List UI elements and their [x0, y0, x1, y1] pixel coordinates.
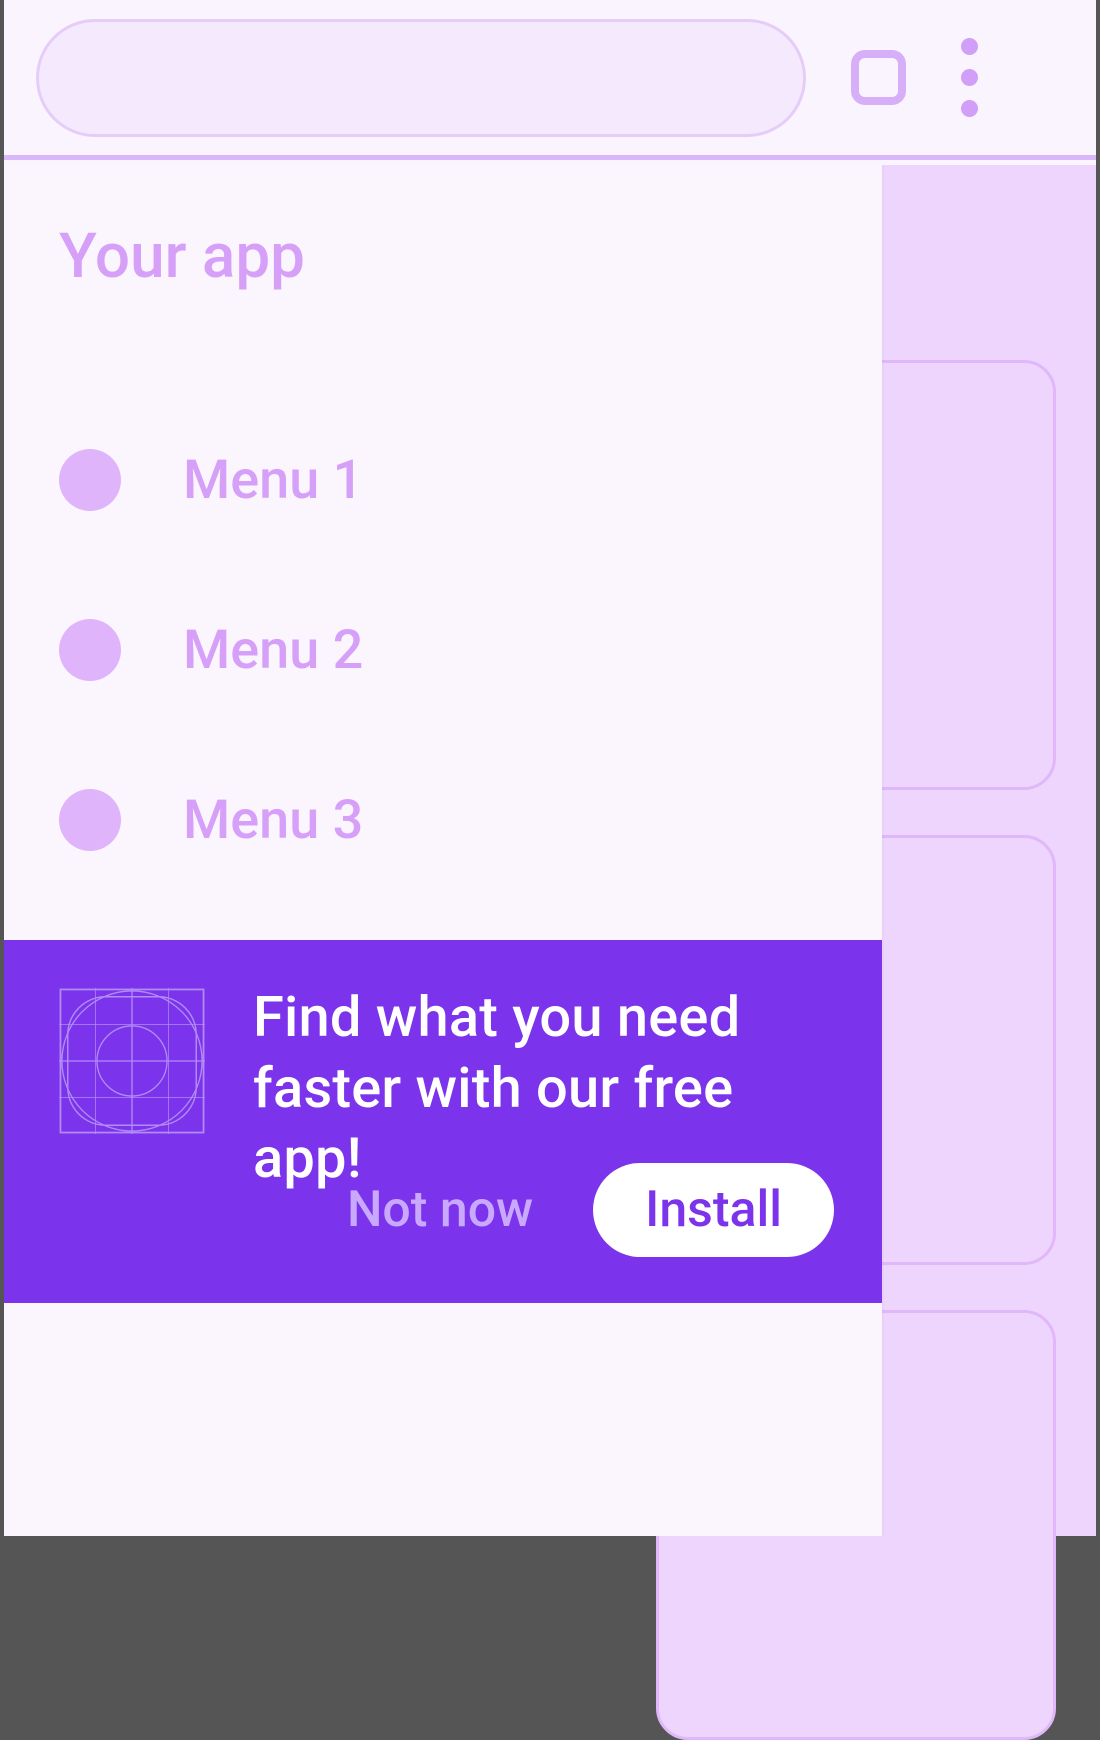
address-bar[interactable] — [36, 19, 806, 137]
menu-item-label: Menu 2 — [183, 619, 363, 682]
navigation-drawer: Your app Menu 1 Menu 2 Menu 3 — [4, 165, 882, 1536]
app-title: Your app — [59, 220, 305, 293]
browser-toolbar — [4, 0, 1096, 160]
more-menu-icon[interactable] — [961, 38, 978, 117]
menu-item-label: Menu 1 — [183, 449, 363, 512]
install-banner-message: Find what you need faster with our free … — [253, 982, 827, 1194]
menu-item-label: Menu 3 — [183, 789, 363, 852]
not-now-button[interactable]: Not now — [347, 1181, 533, 1239]
install-app-banner: Find what you need faster with our free … — [4, 940, 882, 1303]
app-grid-icon — [59, 988, 205, 1138]
menu-bullet-icon — [59, 789, 121, 851]
install-button[interactable]: Install — [593, 1163, 834, 1257]
menu-bullet-icon — [59, 619, 121, 681]
menu-bullet-icon — [59, 449, 121, 511]
menu-item-3[interactable]: Menu 3 — [59, 735, 827, 905]
tabs-icon[interactable] — [851, 50, 906, 105]
menu-list: Menu 1 Menu 2 Menu 3 — [59, 395, 827, 905]
menu-item-1[interactable]: Menu 1 — [59, 395, 827, 565]
menu-item-2[interactable]: Menu 2 — [59, 565, 827, 735]
